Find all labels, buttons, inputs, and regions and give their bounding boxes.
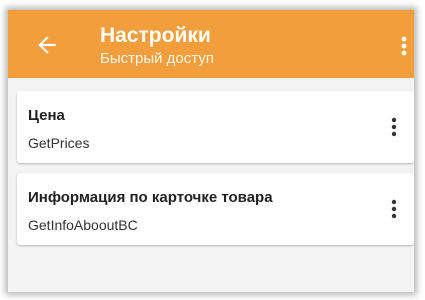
list-item-card[interactable]: Информация по карточке товара GetInfoAbo… xyxy=(17,173,414,245)
card-menu-button[interactable] xyxy=(385,113,403,141)
app-bar: Настройки Быстрый доступ xyxy=(8,10,414,78)
app-screen: Настройки Быстрый доступ Цена GetPrices xyxy=(8,10,414,292)
card-title: Цена xyxy=(28,107,65,124)
screenshot-frame: Настройки Быстрый доступ Цена GetPrices xyxy=(0,0,425,300)
list-item-card[interactable]: Цена GetPrices xyxy=(17,91,414,163)
card-subtitle: GetInfoAbooutBC xyxy=(28,217,138,233)
page-title: Настройки xyxy=(100,24,211,47)
more-vertical-icon xyxy=(391,199,397,219)
page-subtitle: Быстрый доступ xyxy=(100,50,214,67)
overflow-menu-button[interactable] xyxy=(394,32,414,60)
card-menu-button[interactable] xyxy=(385,195,403,223)
back-button[interactable] xyxy=(34,32,60,58)
app-bar-titles: Настройки Быстрый доступ xyxy=(100,24,214,70)
arrow-left-icon xyxy=(38,36,56,54)
more-vertical-icon xyxy=(401,36,407,56)
card-subtitle: GetPrices xyxy=(28,135,90,151)
more-vertical-icon xyxy=(391,117,397,137)
card-title: Информация по карточке товара xyxy=(28,189,273,206)
